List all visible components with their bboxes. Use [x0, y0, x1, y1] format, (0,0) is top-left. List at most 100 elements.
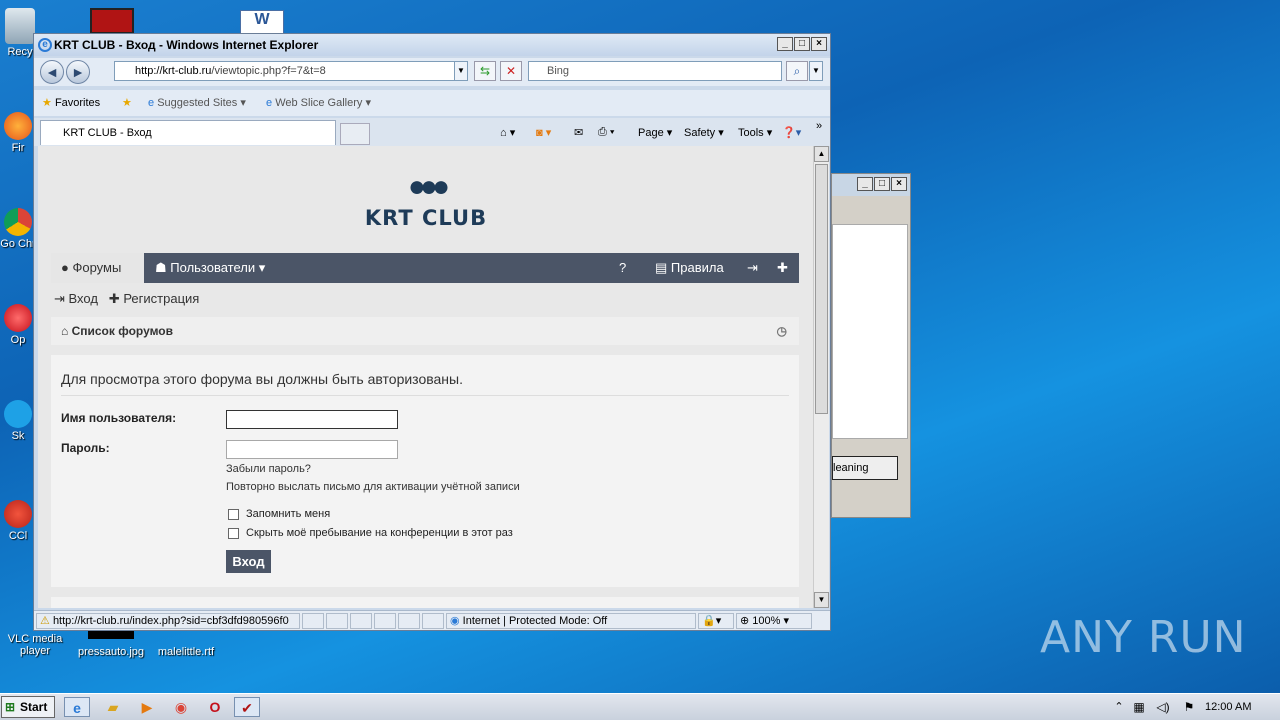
- register-link[interactable]: ✚ Регистрация: [109, 291, 200, 306]
- rss-feed-icon[interactable]: ◙ ▾: [536, 126, 551, 139]
- password-input[interactable]: [226, 440, 398, 459]
- scroll-up-arrow-icon[interactable]: ▲: [814, 146, 829, 162]
- register-icon[interactable]: ✚: [777, 253, 788, 283]
- breadcrumb: ⌂ Список форумов ◷: [51, 317, 799, 345]
- hide-online-checkbox[interactable]: [228, 528, 239, 539]
- pdf-icon[interactable]: [90, 8, 134, 34]
- desktop-icon-label: Op: [10, 334, 26, 346]
- login-link-label: Вход: [68, 291, 98, 306]
- favorites-button[interactable]: ★ Favorites: [42, 96, 100, 109]
- protected-mode-button[interactable]: 🔒▾: [698, 613, 734, 629]
- desktop-icon-vlc[interactable]: VLC media player: [0, 633, 70, 657]
- back-button[interactable]: ◄: [40, 60, 64, 84]
- desktop-icon-malelittle[interactable]: malelittle.rtf: [150, 646, 222, 658]
- desktop-icon-skype[interactable]: Sk: [0, 400, 36, 442]
- tray-volume-icon[interactable]: ◁): [1150, 697, 1176, 717]
- desktop-icon-pressauto[interactable]: pressauto.jpg: [75, 646, 147, 658]
- windows-logo-icon: ⊞: [5, 700, 16, 714]
- desktop-icon-label: pressauto.jpg: [77, 646, 145, 658]
- username-input[interactable]: [226, 410, 398, 429]
- resend-activation-link[interactable]: Повторно выслать письмо для активации уч…: [226, 481, 520, 493]
- address-bar-row: ◄ ► http://krt-club.ru/viewtopic.php?f=7…: [34, 58, 830, 86]
- page-scrollbar[interactable]: ▲ ▼: [813, 146, 829, 608]
- add-to-favorites-button[interactable]: ★: [122, 96, 132, 109]
- nav-rules[interactable]: ▤ Правила: [655, 253, 724, 283]
- desktop-icon-opera[interactable]: Op: [0, 304, 36, 346]
- forward-button[interactable]: ►: [66, 60, 90, 84]
- background-window-panel: [832, 224, 908, 439]
- help-icon[interactable]: ❓▾: [782, 126, 801, 139]
- mail-icon[interactable]: ✉: [574, 126, 583, 139]
- address-input[interactable]: http://krt-club.ru/viewtopic.php?f=7&t=8: [114, 61, 468, 81]
- print-icon[interactable]: ⎙ ▾: [598, 126, 614, 139]
- taskbar-app-icon[interactable]: ✔: [234, 697, 260, 717]
- maximize-icon[interactable]: □: [874, 177, 890, 191]
- star-icon: ★: [42, 97, 52, 109]
- desktop-icon-firefox[interactable]: Fir: [0, 112, 36, 154]
- forgot-password-link[interactable]: Забыли пароль?: [226, 463, 311, 475]
- refresh-button[interactable]: ⇆: [474, 61, 496, 81]
- minimize-icon[interactable]: _: [777, 37, 793, 51]
- new-tab-button[interactable]: [340, 123, 370, 145]
- address-dropdown-button[interactable]: ▼: [454, 61, 468, 81]
- nav-users[interactable]: ☗ Пользователи ▾: [155, 253, 265, 283]
- tools-menu[interactable]: Tools ▾: [738, 126, 772, 139]
- window-controls: _ □ ×: [777, 37, 827, 51]
- login-link[interactable]: ⇥ Вход: [54, 291, 98, 306]
- search-input[interactable]: Bing: [528, 61, 782, 81]
- status-url: ⚠ http://krt-club.ru/index.php?sid=cbf3d…: [36, 613, 300, 629]
- status-bar: ⚠ http://krt-club.ru/index.php?sid=cbf3d…: [34, 610, 830, 630]
- ie-page-icon: e: [266, 97, 273, 109]
- faq-icon[interactable]: ?: [619, 253, 626, 283]
- zoom-control[interactable]: ⊕ 100% ▾: [736, 613, 812, 629]
- sub-navigation: ⇥ Вход ✚ Регистрация: [54, 291, 199, 307]
- security-zone[interactable]: ◉ Internet | Protected Mode: Off: [446, 613, 696, 629]
- close-icon[interactable]: ×: [891, 177, 907, 191]
- tray-network-icon[interactable]: ▦: [1126, 697, 1152, 717]
- security-zone-text: Internet | Protected Mode: Off: [462, 615, 608, 627]
- page-menu[interactable]: Page ▾: [638, 126, 672, 139]
- taskbar-chrome-icon[interactable]: ◉: [168, 697, 194, 717]
- warning-icon: ⚠: [40, 615, 50, 627]
- taskbar-media-player-icon[interactable]: ▶: [134, 697, 160, 717]
- desktop-icon-chrome[interactable]: Go Chr: [0, 208, 36, 250]
- clock[interactable]: 12:00 AM: [1205, 701, 1251, 713]
- nav-forums[interactable]: ● Форумы: [51, 253, 144, 283]
- remember-me-checkbox[interactable]: [228, 509, 239, 520]
- background-window[interactable]: _ □ × leaning: [831, 173, 911, 518]
- word-doc-icon[interactable]: W: [240, 10, 284, 34]
- zoom-level: 100%: [752, 615, 781, 627]
- tray-flag-icon[interactable]: ⚑: [1176, 697, 1202, 717]
- taskbar-opera-icon[interactable]: O: [202, 697, 228, 717]
- breadcrumb-forum-index[interactable]: Список форумов: [72, 324, 173, 338]
- web-slice-gallery-link[interactable]: e Web Slice Gallery ▾: [266, 96, 371, 109]
- tools-menu-label: Tools: [738, 127, 764, 139]
- desktop-icon-ccleaner[interactable]: CCl: [0, 500, 36, 542]
- taskbar-ie-icon[interactable]: e: [64, 697, 90, 717]
- search-options-button[interactable]: ▼: [809, 61, 823, 81]
- start-button[interactable]: ⊞ Start: [1, 696, 55, 718]
- suggested-sites-link[interactable]: e Suggested Sites ▾: [148, 96, 246, 109]
- ie-titlebar[interactable]: e KRT CLUB - Вход - Windows Internet Exp…: [34, 34, 830, 56]
- site-logo[interactable]: ●●● KRT CLUB: [38, 170, 814, 230]
- login-submit-button[interactable]: Вход: [226, 550, 271, 573]
- logo-text: KRT CLUB: [364, 206, 488, 230]
- safety-menu[interactable]: Safety ▾: [684, 126, 724, 139]
- taskbar: ⊞ Start e ▰ ▶ ◉ O ✔ ⌃ ▦ ◁) ⚑ 12:00 AM: [0, 693, 1280, 720]
- scroll-down-arrow-icon[interactable]: ▼: [814, 592, 829, 608]
- scroll-thumb[interactable]: [815, 164, 828, 414]
- tab-krt-club[interactable]: KRT CLUB - Вход: [40, 120, 336, 145]
- close-icon[interactable]: ×: [811, 37, 827, 51]
- maximize-icon[interactable]: □: [794, 37, 810, 51]
- home-icon[interactable]: ⌂ ▾: [500, 126, 515, 139]
- stop-button[interactable]: ✕: [500, 61, 522, 81]
- chevron-right-icon[interactable]: »: [816, 120, 822, 132]
- login-icon[interactable]: ⇥: [747, 253, 758, 283]
- nav-users-label: Пользователи: [170, 260, 256, 275]
- background-window-controls: _ □ ×: [857, 177, 907, 191]
- taskbar-explorer-icon[interactable]: ▰: [100, 697, 126, 717]
- cleaning-button[interactable]: leaning: [832, 456, 898, 480]
- search-button[interactable]: ⌕: [786, 61, 808, 81]
- minimize-icon[interactable]: _: [857, 177, 873, 191]
- desktop-icon-label: CCl: [8, 530, 28, 542]
